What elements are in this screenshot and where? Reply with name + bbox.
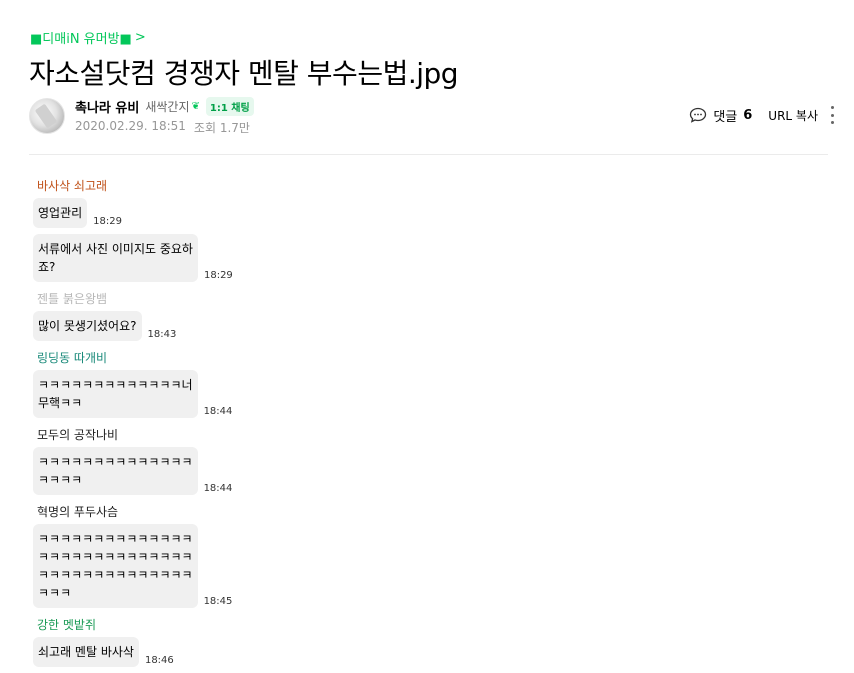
chat-bubble-row: 쇠고래 멘탈 바사삭 18:46 [33,637,533,667]
chat-bubble: ㅋㅋㅋㅋㅋㅋㅋㅋㅋㅋㅋㅋㅋㅋ ㅋㅋㅋㅋㅋㅋㅋㅋㅋㅋㅋㅋㅋㅋ ㅋㅋㅋㅋㅋㅋㅋㅋㅋㅋ… [33,524,198,608]
board-name: ■디매iN 유머방■ [30,32,132,47]
chat-sender-name[interactable]: 강한 멧밭쥐 [37,617,533,633]
post-title: 자소설닷컴 경쟁자 멘탈 부수는법.jpg [29,57,459,90]
chat-bubble-row: ㅋㅋㅋㅋㅋㅋㅋㅋㅋㅋㅋㅋㅋ너 무핵ㅋㅋ 18:44 [33,370,533,418]
chat-bubble-row: ㅋㅋㅋㅋㅋㅋㅋㅋㅋㅋㅋㅋㅋㅋ ㅋㅋㅋㅋ 18:44 [33,447,533,495]
one-on-one-chat-button[interactable]: 1:1 채팅 [205,96,254,116]
avatar[interactable] [29,98,65,134]
chat-bubble-row: 많이 못생기셨어요? 18:43 [33,311,533,341]
chat-message-group: 모두의 공작나비 ㅋㅋㅋㅋㅋㅋㅋㅋㅋㅋㅋㅋㅋㅋ ㅋㅋㅋㅋ 18:44 [33,427,533,495]
chat-timestamp: 18:45 [203,596,233,607]
chat-sender-name[interactable]: 바사삭 쇠고래 [37,178,533,194]
chat-timestamp: 18:43 [147,329,177,340]
chat-bubble: ㅋㅋㅋㅋㅋㅋㅋㅋㅋㅋㅋㅋㅋ너 무핵ㅋㅋ [33,370,198,418]
sprout-icon: ❦ [191,100,200,112]
chat-timestamp: 18:46 [144,655,174,666]
article-tools: 댓글 6 URL 복사 [689,104,834,126]
chat-bubble-row: 서류에서 사진 이미지도 중요하 죠? 18:29 [33,234,533,282]
divider [29,154,828,155]
comment-button[interactable]: 댓글 6 [689,106,752,125]
author-info: 촉나라 유비 새싹간지 ❦ 1:1 채팅 2020.02.29. 18:51 조… [75,96,254,136]
author-nickname[interactable]: 촉나라 유비 [75,97,139,116]
board-link[interactable]: ■디매iN 유머방■ > [30,28,146,47]
author-line: 촉나라 유비 새싹간지 ❦ 1:1 채팅 [75,96,254,116]
chat-bubble-row: ㅋㅋㅋㅋㅋㅋㅋㅋㅋㅋㅋㅋㅋㅋ ㅋㅋㅋㅋㅋㅋㅋㅋㅋㅋㅋㅋㅋㅋ ㅋㅋㅋㅋㅋㅋㅋㅋㅋㅋ… [33,524,533,608]
chat-timestamp: 18:29 [93,216,122,227]
chat-message-group: 바사삭 쇠고래영업관리 18:29 서류에서 사진 이미지도 중요하 죠? 18:29 [33,178,533,282]
chat-bubble: 서류에서 사진 이미지도 중요하 죠? [33,234,198,282]
chat-bubble: ㅋㅋㅋㅋㅋㅋㅋㅋㅋㅋㅋㅋㅋㅋ ㅋㅋㅋㅋ [33,447,198,495]
comment-count: 6 [743,107,753,123]
url-copy-button[interactable]: URL 복사 [768,107,818,124]
chat-timestamp: 18:44 [203,483,233,494]
post-meta: 2020.02.29. 18:51 조회 1.7만 [75,119,254,136]
author-level: 새싹간지 ❦ [145,98,200,115]
chat-message-group: 젠틀 붉은왕뱀많이 못생기셨어요? 18:43 [33,291,533,341]
chat-bubble-row: 영업관리 18:29 [33,198,533,228]
chat-message-group: 강한 멧밭쥐쇠고래 멘탈 바사삭 18:46 [33,617,533,667]
comment-label: 댓글 [713,109,738,125]
chat-bubble: 쇠고래 멘탈 바사삭 [33,637,139,667]
chat-timestamp: 18:29 [203,270,233,281]
chat-log: 바사삭 쇠고래영업관리 18:29 서류에서 사진 이미지도 중요하 죠? 18:29… [33,178,533,673]
chat-sender-name[interactable]: 링딩동 따개비 [37,350,533,366]
chat-message-group: 링딩동 따개비 ㅋㅋㅋㅋㅋㅋㅋㅋㅋㅋㅋㅋㅋ너 무핵ㅋㅋ 18:44 [33,350,533,418]
author-level-label: 새싹간지 [145,99,190,114]
chat-message-group: 혁명의 푸두사슴 ㅋㅋㅋㅋㅋㅋㅋㅋㅋㅋㅋㅋㅋㅋ ㅋㅋㅋㅋㅋㅋㅋㅋㅋㅋㅋㅋㅋㅋ ㅋㅋ… [33,504,533,608]
chevron-right-icon: > [134,30,146,45]
chat-sender-name[interactable]: 젠틀 붉은왕뱀 [37,291,533,307]
chat-bubble: 많이 못생기셨어요? [33,311,142,341]
chat-sender-name[interactable]: 혁명의 푸두사슴 [37,504,533,520]
more-options-icon[interactable] [830,106,834,124]
chat-bubble: 영업관리 [33,198,88,228]
chat-sender-name[interactable]: 모두의 공작나비 [37,427,533,443]
post-date: 2020.02.29. 18:51 [75,119,186,133]
comment-bubble-icon [690,107,707,123]
author-section: 촉나라 유비 새싹간지 ❦ 1:1 채팅 2020.02.29. 18:51 조… [29,96,254,136]
chat-timestamp: 18:44 [203,406,233,417]
post-views: 조회 1.7만 [193,121,250,135]
